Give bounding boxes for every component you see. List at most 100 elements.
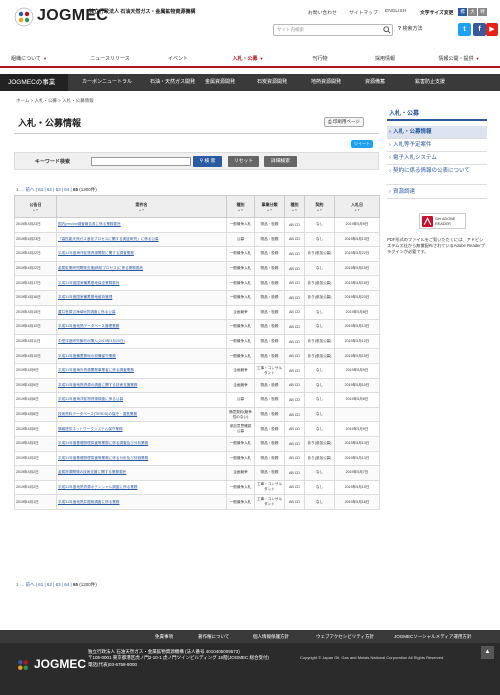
page-top-button[interactable]: ▲ (481, 646, 494, 659)
col-briefing[interactable]: 契約 ▲▼ (304, 195, 335, 218)
cell-title[interactable]: 技術資料データベース(TERDS)の保守・運営業務 (56, 406, 227, 423)
cell-title[interactable]: 平成31年度備蓄基地の設備保守業務 (56, 348, 227, 364)
cell-briefing: あり(参加公募) (304, 348, 335, 364)
col-date[interactable]: 公告日 ▲▼ (14, 195, 57, 218)
pager-page[interactable]: 62 (47, 582, 52, 587)
youtube-icon[interactable]: ▶ (486, 23, 498, 36)
keyword-search-button[interactable]: ⚲ 検 索 (193, 156, 222, 167)
col-category[interactable]: 事業分類 ▲▼ (254, 195, 285, 218)
biz-carbon-neutral[interactable]: カーボンニュートラル (82, 74, 132, 91)
pager-page[interactable]: 63 (56, 187, 61, 192)
search-icon[interactable] (383, 26, 391, 34)
footer-disclaimer[interactable]: 免責事項 (155, 630, 173, 643)
side-item-procurement-info[interactable]: 入札・公募情報 (387, 126, 487, 139)
biz-oil-gas[interactable]: 石油・天然ガス開発 (150, 74, 195, 91)
footer-social-policy[interactable]: JOGMECソーシャルメディア運用方針 (394, 630, 471, 643)
col-grade[interactable]: 種別 ▲▼ (284, 195, 305, 218)
pager-first[interactable]: 1 (16, 582, 19, 587)
cell-title[interactable]: 平成31年度地熱井掘削調査に係る業務 (56, 494, 227, 510)
sort-icon[interactable]: ▲▼ (227, 208, 254, 212)
pager-page[interactable]: 62 (47, 187, 52, 192)
pager-page[interactable]: 63 (56, 582, 61, 587)
biz-metals[interactable]: 金属資源開発 (205, 74, 235, 91)
footer-accessibility[interactable]: ウェブアクセシビリティ方針 (316, 630, 374, 643)
footer-org-line: 〒105-0001 東京都港区虎ノ門2-10-1 虎ノ門ツインビルディング 16… (88, 655, 269, 661)
footer-copyright-policy[interactable]: 著作権について (198, 630, 229, 643)
cell-title[interactable]: 中型浮遊研究機材の購入(2019年4月25日) (56, 333, 227, 350)
reset-button[interactable]: リセット (228, 156, 259, 167)
side-item-resource-procurement[interactable]: 資源調達 (387, 186, 487, 199)
adobe-reader-banner[interactable]: Get ADOBE READER (387, 213, 487, 239)
pager-prev[interactable]: 前へ (26, 582, 35, 587)
pager-page[interactable]: 61 (38, 582, 43, 587)
english-link[interactable]: ENGLISH (385, 9, 406, 14)
pager-page[interactable]: 64 (64, 187, 69, 192)
cell-title[interactable]: 金属鉱業研究開発支援(精鉱プロセス)に係る業務委託 (56, 260, 227, 277)
biz-stockpiling[interactable]: 資源備蓄 (365, 74, 385, 91)
col-title[interactable]: 案件名 ▲▼ (56, 195, 227, 218)
contact-link[interactable]: お問い合わせ (308, 9, 337, 16)
biz-coal[interactable]: 石炭資源開発 (257, 74, 287, 91)
print-button[interactable]: ⎙ 印刷用ページ (324, 117, 364, 127)
pager-prev[interactable]: 前へ (26, 187, 35, 192)
site-search-input[interactable]: サイト内検索 (273, 24, 393, 36)
keyword-input[interactable] (91, 157, 191, 166)
sort-icon[interactable]: ▲▼ (57, 208, 226, 212)
nav-publications[interactable]: 刊行物 (290, 52, 350, 66)
footer-privacy[interactable]: 個人情報保護方針 (253, 630, 289, 643)
breadcrumb[interactable]: ホーム > 入札・公募 > 入札・公募情報 (16, 98, 94, 104)
col-type[interactable]: 種別 ▲▼ (226, 195, 255, 218)
cell-title[interactable]: 平成31年度海外資源開発事業者に係る調査業務 (56, 362, 227, 379)
sort-icon[interactable]: ▲▼ (335, 208, 379, 212)
sort-icon[interactable]: ▲▼ (285, 208, 304, 212)
cell-type: 企画競争 (226, 465, 255, 481)
pager-page[interactable]: 64 (64, 582, 69, 587)
cell-title[interactable]: 平成31年度基礎物理探査等業務に係る分析及び評価業務 (56, 450, 227, 467)
cell-title[interactable]: 平成31年度国家備蓄基地保全業務委託 (56, 275, 227, 291)
cell-title[interactable]: 金属資源開発の技術支援に関する業務委託 (56, 465, 227, 481)
cell-title[interactable]: 平成31年度国家備蓄基地維持管理 (56, 289, 227, 306)
tweet-button[interactable]: ツイート (351, 140, 373, 148)
jogmec-logo-icon[interactable] (14, 7, 34, 27)
pager-page[interactable]: 61 (38, 187, 43, 192)
cell-title[interactable]: 「高性能天然ガス液化プロセスに関する実証研究」に係る公募 (56, 231, 227, 248)
cell-title[interactable]: 蓋井島周辺海域地質調査に係る公募 (56, 304, 227, 321)
cell-title[interactable]: 平成31年度基礎物理探査等業務に係る調査及び分析業務 (56, 435, 227, 452)
sitemap-link[interactable]: サイトマップ (349, 9, 378, 16)
side-nav-head[interactable]: 入札・公募 (387, 109, 487, 121)
cell-title[interactable]: 平成31年度地熱資源ポテンシャル調査に係る業務 (56, 479, 227, 496)
sort-icon[interactable]: ▲▼ (255, 208, 284, 212)
cell-title[interactable]: 平成31年度海洋鉱物資源開発に関する調査業務 (56, 246, 227, 262)
col-bid-date[interactable]: 入札日 ▲▼ (334, 195, 380, 218)
cell-type: 公募 (226, 392, 255, 408)
facebook-icon[interactable]: f (473, 23, 486, 36)
cell-title[interactable]: 国内preview調査報告書に係る業務委託 (56, 217, 227, 233)
biz-mine-pollution[interactable]: 鉱害防止支援 (415, 74, 445, 91)
cell-title[interactable]: 平成31年度地熱資源の調査に関する技術支援業務 (56, 377, 227, 394)
side-item-contract-disclosure[interactable]: 契約に係る情報の公表について (387, 165, 487, 185)
nav-procurement[interactable]: 入札・公募 ▼ (218, 52, 278, 66)
cell-title[interactable]: 平成31年度地熱データベース管理業務 (56, 319, 227, 335)
cell-title[interactable]: 情報提供ネットワークシステム保守業務 (56, 421, 227, 437)
nav-recruit[interactable]: 採用情報 (355, 52, 415, 66)
font-size-large-button[interactable]: 大 (468, 8, 477, 16)
font-size-standard-button[interactable]: 標 (458, 8, 467, 16)
search-help-link[interactable]: ? 検索方法 (398, 25, 422, 32)
twitter-icon[interactable]: t (458, 23, 471, 36)
nav-news[interactable]: ニュースリリース (80, 52, 140, 66)
pager-first[interactable]: 1 (16, 187, 19, 192)
font-size-xlarge-button[interactable]: 特 (478, 8, 487, 16)
adobe-badge[interactable]: Get ADOBE READER (419, 213, 466, 229)
side-item-scheduled[interactable]: 入札等予定案件 (387, 139, 487, 152)
cell-title[interactable]: 平成31年度海洋鉱物資源調査に係る公募 (56, 392, 227, 408)
sort-icon[interactable]: ▲▼ (305, 208, 334, 212)
detail-search-button[interactable]: 詳細検索 (264, 156, 297, 167)
biz-geothermal[interactable]: 地熱資源開発 (311, 74, 341, 91)
nav-about[interactable]: 組織について ▼ (0, 52, 58, 66)
nav-events[interactable]: イベント (148, 52, 208, 66)
cell-grade: AB CD (284, 362, 305, 379)
cell-category: 物品・役務 (254, 435, 285, 452)
nav-disclosure[interactable]: 情報公開・提供 ▼ (420, 52, 498, 66)
sort-icon[interactable]: ▲▼ (15, 208, 56, 212)
side-item-e-bidding[interactable]: 電子入札システム (387, 152, 487, 165)
